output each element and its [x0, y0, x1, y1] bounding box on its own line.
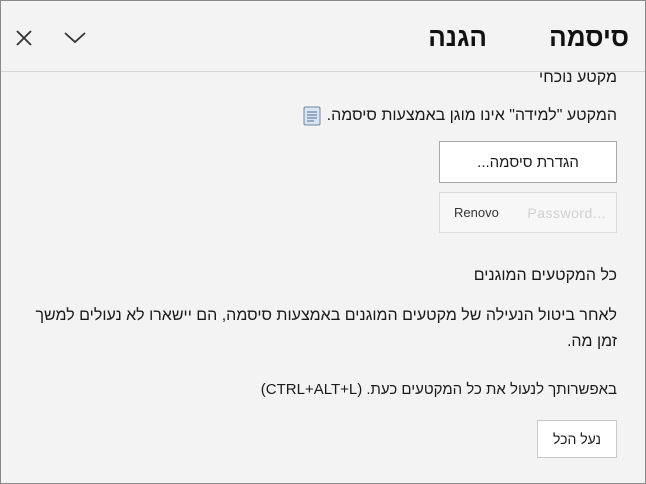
renew-label: Renovo — [454, 205, 499, 220]
tab-password[interactable]: סיסמה — [549, 20, 629, 54]
section-notice-text: המקטע "למידה" אינו מוגן באמצעות סיסמה. — [326, 107, 617, 124]
section-notice: המקטע "למידה" אינו מוגן באמצעות סיסמה. — [303, 104, 617, 128]
section-page-icon — [303, 106, 321, 126]
lock-shortcut-text: באפשרותך לנעול את כל המקטעים כעת. (CTRL+… — [260, 381, 617, 398]
tab-protect[interactable]: הגנה — [428, 20, 487, 54]
change-password-button[interactable]: Renovo Password... — [439, 192, 617, 233]
close-button[interactable] — [11, 25, 37, 51]
lock-all-button[interactable]: נעל הכל — [537, 420, 617, 458]
all-sections-description: לאחר ביטול הנעילה של מקטעים המוגנים באמצ… — [35, 307, 617, 350]
collapse-button[interactable] — [61, 25, 89, 51]
set-password-button[interactable]: הגדרת סיסמה... — [439, 141, 617, 183]
chevron-down-icon — [64, 32, 86, 44]
all-sections-title: כל המקטעים המוגנים — [473, 267, 617, 284]
change-password-label: Password... — [527, 204, 606, 221]
close-icon — [16, 30, 32, 46]
password-pane: הגנה סיסמה מקטע נוכחי המקטע "למידה" אינו… — [0, 0, 646, 484]
current-section-title: מקטע נוכחי — [539, 69, 617, 86]
pane-header: הגנה סיסמה — [1, 1, 645, 72]
